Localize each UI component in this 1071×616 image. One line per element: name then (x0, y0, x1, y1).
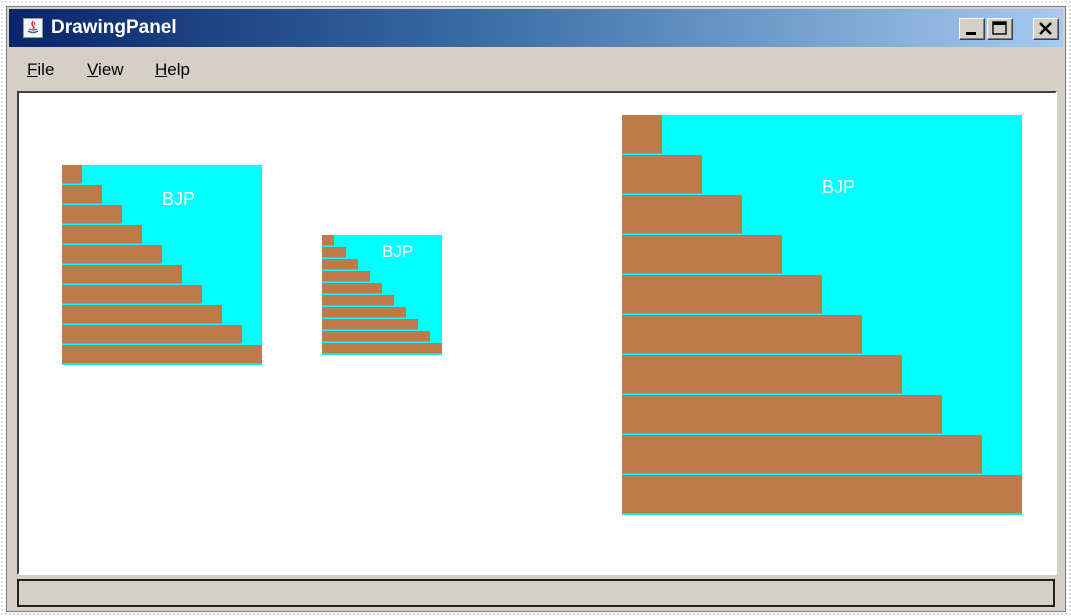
bjp-figure: BJP (62, 165, 262, 365)
close-icon (1039, 22, 1052, 35)
minimize-button[interactable] (959, 18, 985, 40)
stair-step (322, 271, 370, 282)
stair-step (622, 275, 822, 314)
bjp-label: BJP (382, 242, 413, 261)
stair-step (622, 395, 942, 434)
bjp-figure: BJP (622, 115, 1022, 515)
stair-step (622, 155, 702, 194)
stair-step (622, 235, 782, 274)
maximize-button[interactable] (987, 18, 1013, 40)
minimize-icon (966, 32, 976, 35)
stair-step (622, 355, 902, 394)
stair-step (322, 319, 418, 330)
drawing-panel-window: DrawingPanel File View Help BJP BJP BJP (6, 6, 1066, 612)
menu-help[interactable]: Help (155, 60, 190, 80)
menu-bar: File View Help (9, 49, 1063, 91)
status-bar (17, 579, 1055, 607)
bjp-figure: BJP (322, 235, 442, 355)
menu-file[interactable]: File (27, 60, 54, 80)
maximize-icon (992, 21, 1007, 35)
bjp-label: BJP (162, 189, 195, 209)
stair-step (322, 259, 358, 270)
stair-step (322, 247, 346, 258)
stair-step (62, 245, 162, 264)
stair-step (322, 331, 430, 342)
stair-step (622, 115, 662, 154)
menu-view[interactable]: View (87, 60, 124, 80)
title-bar[interactable]: DrawingPanel (9, 9, 1063, 47)
stair-step (62, 285, 202, 304)
bjp-label: BJP (822, 177, 855, 197)
stair-step (322, 235, 334, 246)
stair-step (322, 295, 394, 306)
stair-step (322, 343, 442, 354)
stair-step (62, 205, 122, 224)
close-button[interactable] (1033, 18, 1059, 40)
stair-step (62, 185, 102, 204)
stair-step (322, 307, 406, 318)
stair-step (62, 345, 262, 364)
stair-step (622, 435, 982, 474)
stair-step (62, 305, 222, 324)
stair-step (622, 315, 862, 354)
stair-step (62, 225, 142, 244)
java-icon[interactable] (23, 18, 43, 38)
stair-step (62, 325, 242, 344)
stair-step (62, 165, 82, 184)
window-title: DrawingPanel (51, 17, 177, 38)
drawing-figures: BJP BJP BJP (62, 115, 1022, 515)
stair-step (622, 195, 742, 234)
stair-step (322, 283, 382, 294)
stair-step (62, 265, 182, 284)
stair-step (622, 475, 1022, 514)
